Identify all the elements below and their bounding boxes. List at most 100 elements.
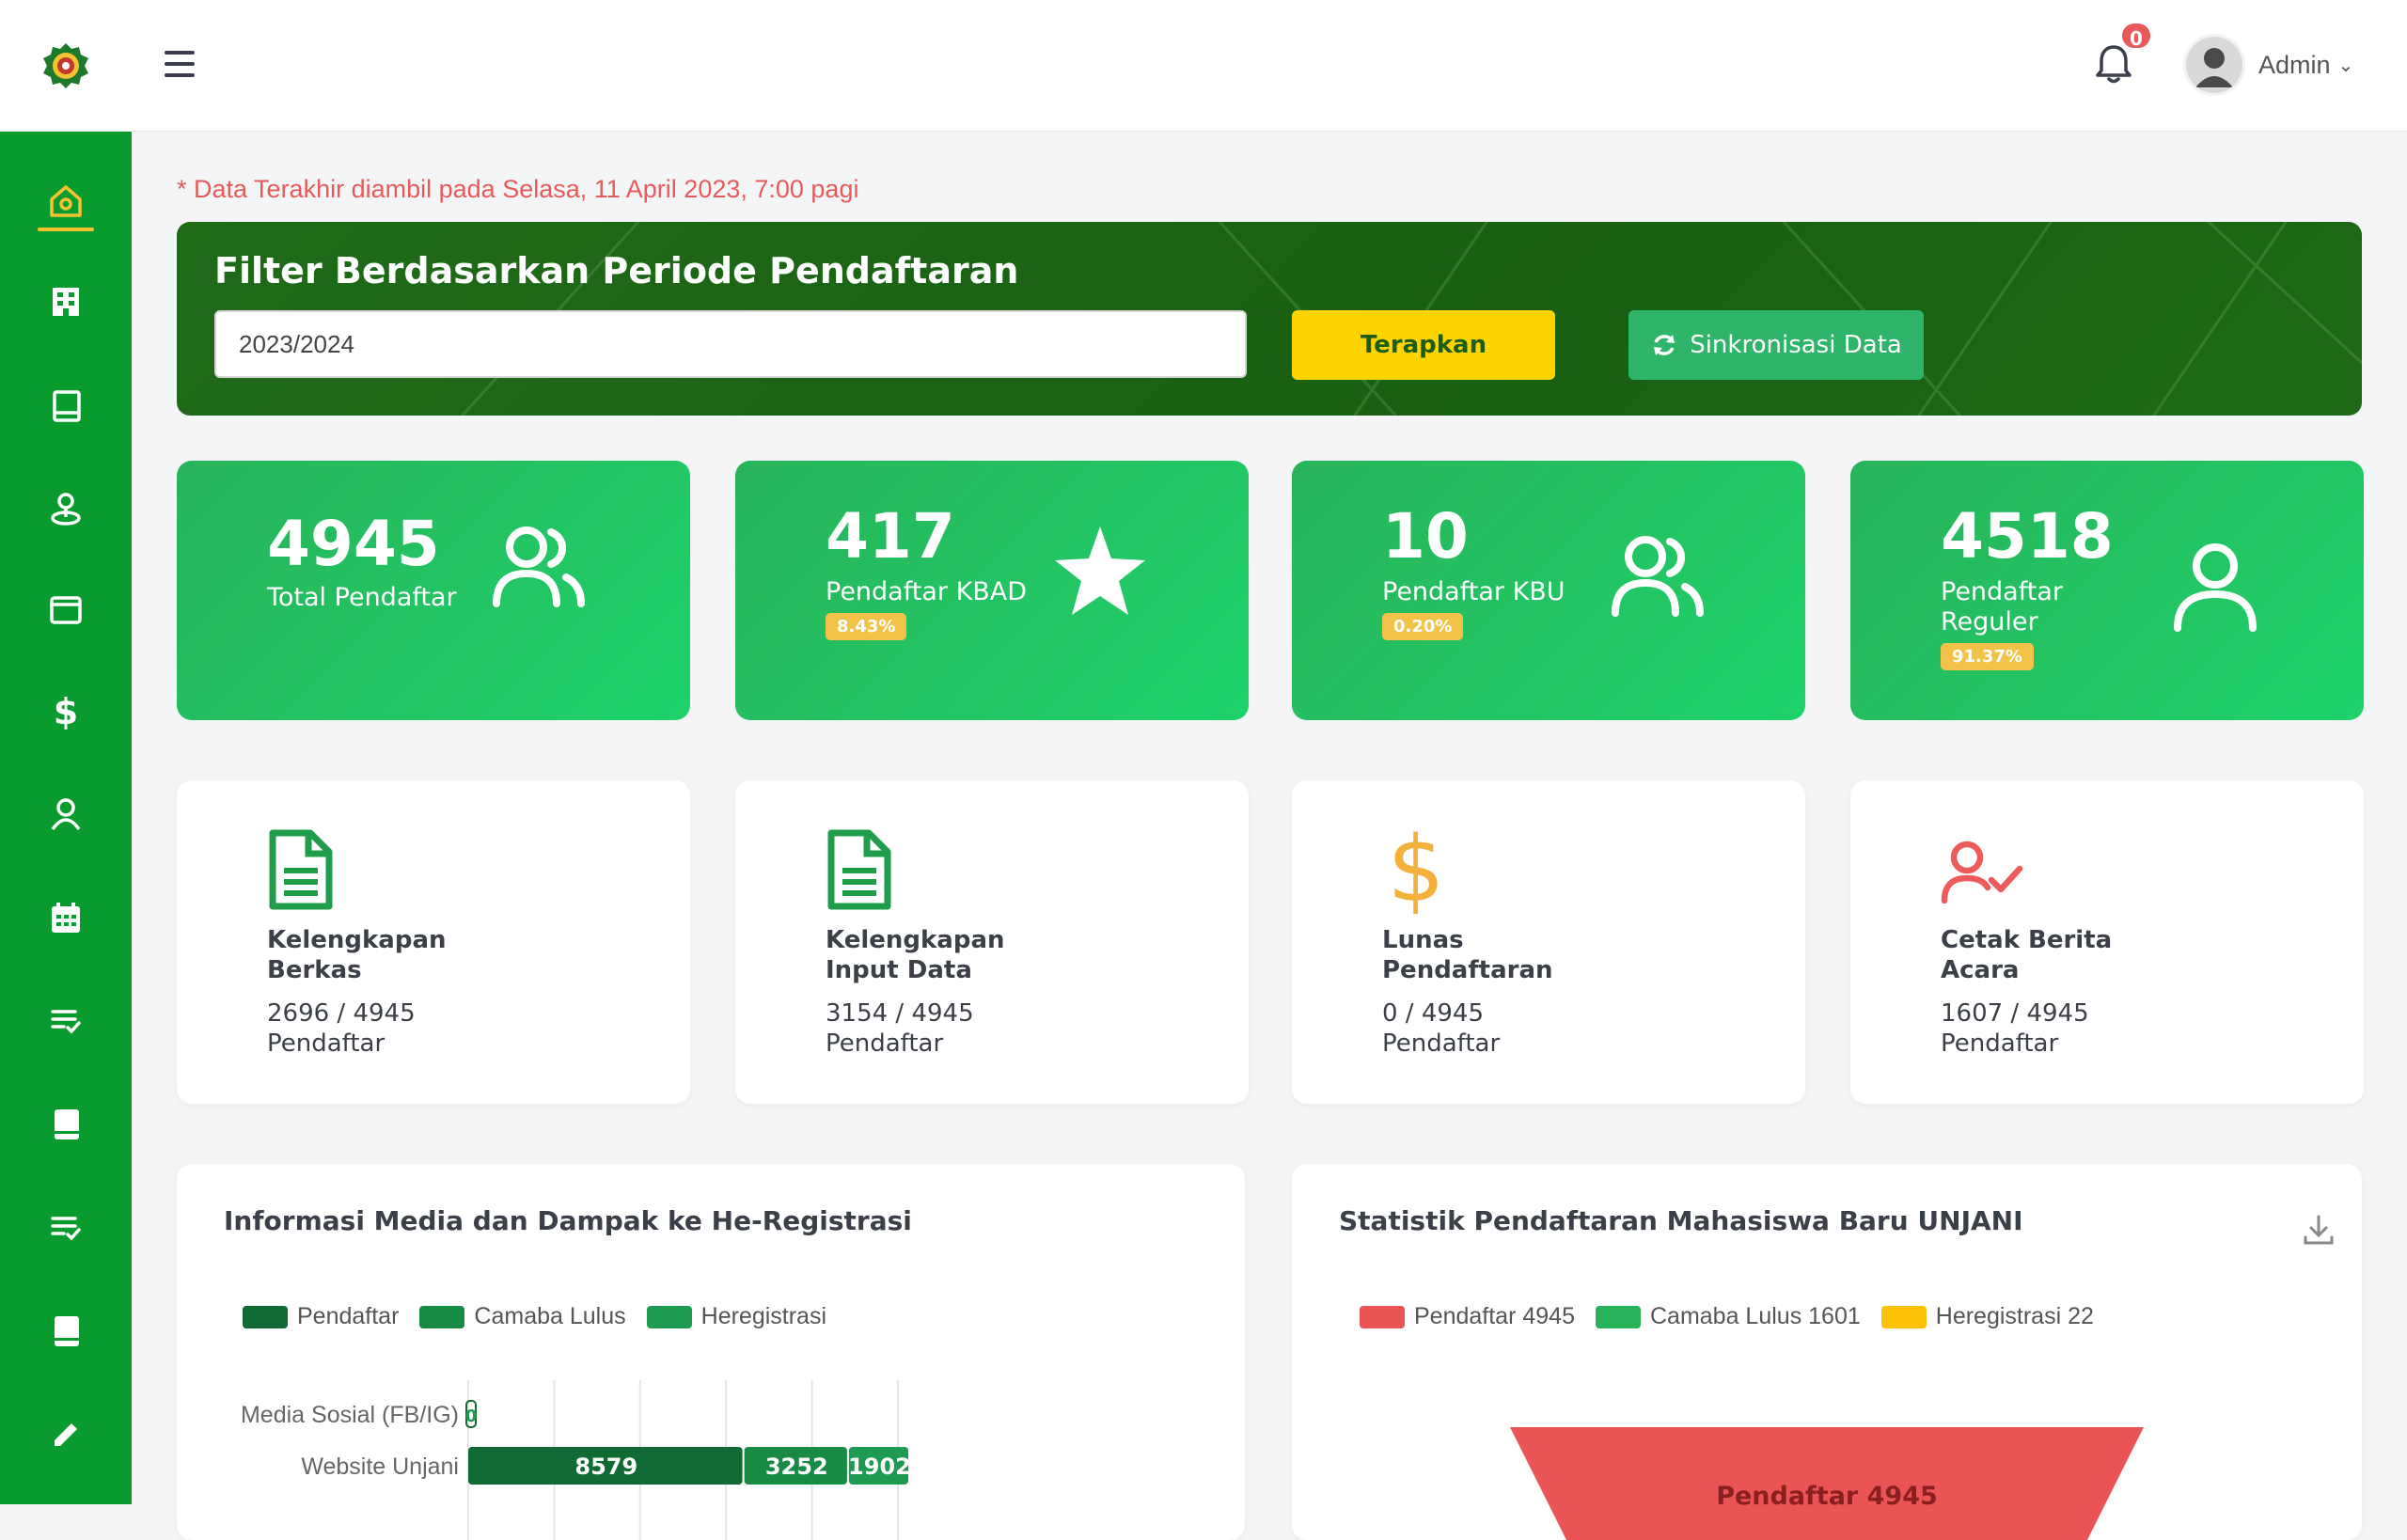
user-name: Admin [2258,50,2331,79]
notification-badge: 0 [2119,21,2153,51]
sidebar: $ [0,132,132,1504]
stat-label: Pendaftar KBAD [826,577,1028,606]
data-label: 8579 [574,1454,637,1480]
sidebar-item-book-2[interactable] [0,1087,132,1162]
sync-data-label: Sinkronisasi Data [1690,331,1902,359]
stat-label-line2: Reguler [1941,607,2038,636]
stat-label: Pendaftar KBU [1382,577,1565,606]
document-icon [827,829,891,910]
info-title: Kelengkapan Berkas [267,926,447,984]
filter-card: Filter Berdasarkan Periode Pendaftaran 2… [177,222,2362,416]
pencil-icon [55,1423,77,1446]
info-value: 3154 / 4945 Pendaftar [826,999,974,1058]
info-card-berita-acara: Cetak Berita Acara 1607 / 4945 Pendaftar [1850,780,2364,1104]
sidebar-item-wallet[interactable] [0,572,132,647]
dollar-icon: $ [1387,824,1444,914]
percent-badge: 0.20% [1382,613,1464,640]
sidebar-item-building[interactable] [0,263,132,338]
legend-item[interactable]: Pendaftar [243,1303,399,1330]
chevron-down-icon: ⌄ [2337,54,2354,76]
legend-item[interactable]: Heregistrasi [646,1303,826,1330]
building-icon [53,288,79,316]
avatar [2183,34,2245,96]
star-icon [1055,526,1145,615]
info-title: Cetak Berita Acara [1941,926,2113,984]
apply-button[interactable]: Terapkan [1292,310,1555,380]
data-label: 0 [465,1406,478,1426]
download-icon[interactable] [2302,1213,2336,1250]
top-bar: 0 Admin ⌄ [0,0,2407,132]
stat-number: 10 [1382,500,1469,573]
sidebar-item-location[interactable] [0,470,132,545]
users-icon [493,526,585,607]
panel-title: Informasi Media dan Dampak ke He-Registr… [224,1205,912,1236]
chart-legend: Pendaftar Camaba Lulus Heregistrasi [243,1303,847,1330]
percent-badge: 8.43% [826,613,907,640]
list-check-icon [51,1217,81,1241]
list-check-icon [51,1010,81,1034]
y-tick-label: Website Unjani [301,1454,459,1480]
info-title: Lunas Pendaftaran [1382,926,1553,984]
y-tick-label: Media Sosial (FB/IG) [241,1402,459,1428]
legend-item[interactable]: Camaba Lulus 1601 [1595,1303,1861,1330]
refresh-icon [1654,335,1675,355]
data-label: 1902 [848,1454,911,1480]
user-menu[interactable]: Admin ⌄ [2183,32,2353,98]
stat-card-reguler: 4518 Pendaftar Reguler 91.37% [1850,461,2364,720]
document-icon [269,829,333,910]
user-check-icon [1941,841,2023,904]
legend-item[interactable]: Heregistrasi 22 [1880,1303,2094,1330]
sidebar-item-book[interactable] [0,369,132,444]
legend-item[interactable]: Pendaftar 4945 [1360,1303,1575,1330]
media-chart-panel: Informasi Media dan Dampak ke He-Registr… [177,1164,1245,1540]
period-select[interactable]: 2023/2024 [214,310,1247,378]
dollar-icon: $ [54,691,78,731]
book-icon [53,390,81,422]
funnel-chart: Pendaftar 4945 [1510,1427,2144,1540]
media-bar-chart: Media Sosial (FB/IG) 0 Website Unjani 8579 3… [241,1380,911,1540]
stat-number: 4518 [1941,500,2114,573]
sync-data-button[interactable]: Sinkronisasi Data [1628,310,1924,380]
info-title: Kelengkapan Input Data [826,926,1005,984]
sidebar-item-checklist-2[interactable] [0,1190,132,1265]
info-value: 1607 / 4945 Pendaftar [1941,999,2089,1058]
chart-legend: Pendaftar 4945 Camaba Lulus 1601 Heregis… [1360,1303,2115,1330]
last-update-notice: * Data Terakhir diambil pada Selasa, 11 … [177,175,859,203]
stat-label: Total Pendaftar [267,583,457,612]
stat-number: 4945 [267,508,440,580]
sidebar-item-users[interactable] [0,777,132,852]
book-closed-icon [55,1109,79,1139]
legend-item[interactable]: Camaba Lulus [419,1303,626,1330]
calendar-icon [52,903,80,933]
wallet-icon [50,596,82,624]
filter-title: Filter Berdasarkan Periode Pendaftaran [214,250,1019,291]
stat-chart-panel: Statistik Pendaftaran Mahasiswa Baru UNJ… [1292,1164,2362,1540]
sidebar-item-book-3[interactable] [0,1294,132,1369]
stat-card-kbu: 10 Pendaftar KBU 0.20% [1292,461,1805,720]
logo[interactable] [41,41,90,90]
sidebar-item-edit[interactable] [0,1397,132,1472]
sidebar-item-payment[interactable]: $ [0,673,132,748]
stat-number: 417 [826,500,955,573]
map-pin-icon [51,493,81,526]
book-closed-icon [55,1316,79,1346]
user-icon [2174,543,2257,632]
menu-toggle-button[interactable] [165,51,195,77]
data-label: 3252 [765,1454,828,1480]
info-card-berkas: Kelengkapan Berkas 2696 / 4945 Pendaftar [177,780,690,1104]
svg-text:$: $ [54,691,78,731]
info-value: 0 / 4945 Pendaftar [1382,999,1501,1058]
info-value: 2696 / 4945 Pendaftar [267,999,416,1058]
sidebar-item-home[interactable] [0,164,132,239]
stat-card-total: 4945 Total Pendaftar [177,461,690,720]
percent-badge: 91.37% [1941,643,2034,670]
info-card-lunas: $ Lunas Pendaftaran 0 / 4945 Pendaftar [1292,780,1805,1104]
svg-text:$: $ [1387,824,1444,914]
user-icon [51,798,81,831]
home-icon [50,185,82,217]
funnel-label: Pendaftar 4945 [1716,1482,1938,1511]
sidebar-item-calendar[interactable] [0,880,132,955]
info-card-input-data: Kelengkapan Input Data 3154 / 4945 Pendaft… [735,780,1249,1104]
panel-title: Statistik Pendaftaran Mahasiswa Baru UNJ… [1339,1205,2023,1236]
sidebar-item-checklist[interactable] [0,983,132,1059]
